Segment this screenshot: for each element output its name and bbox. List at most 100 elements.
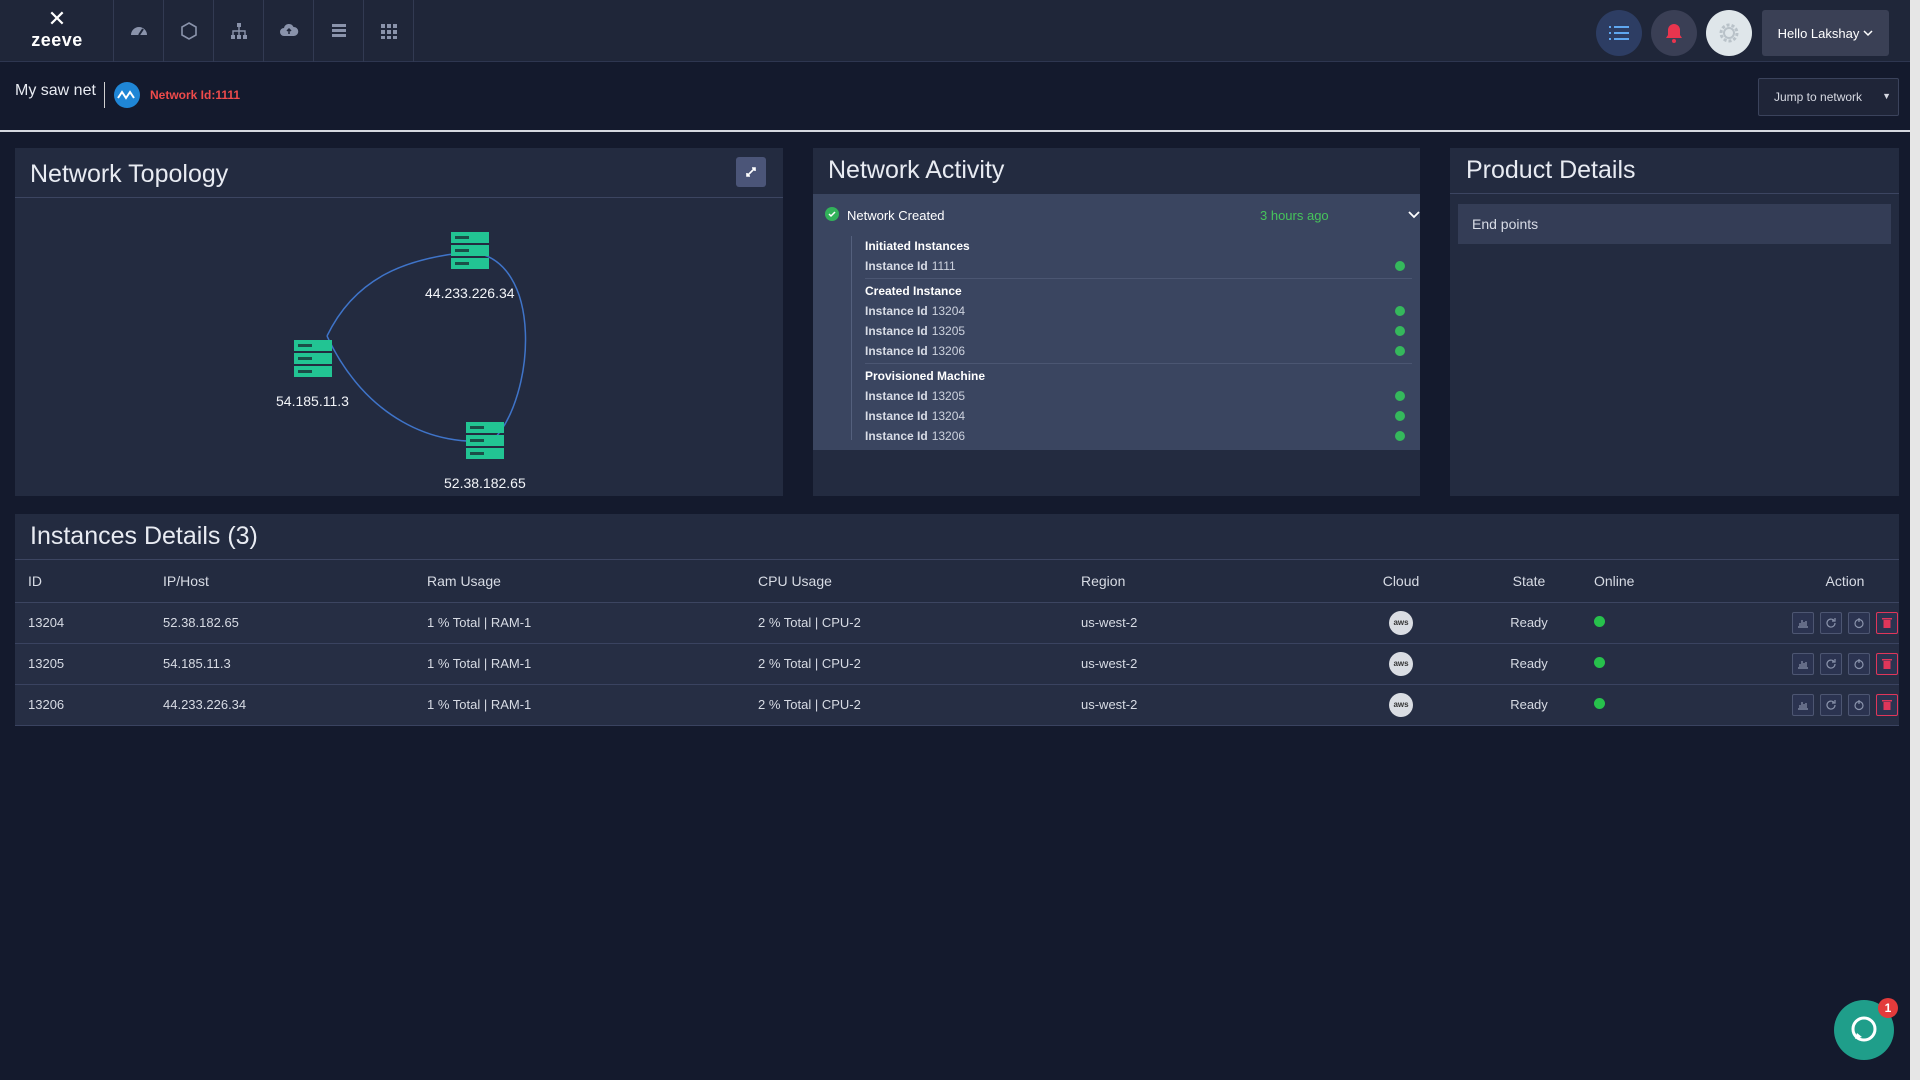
instance-id-value: 13204 xyxy=(931,304,966,318)
activity-title: Network Activity xyxy=(828,156,1005,184)
brand-name: zeeve xyxy=(31,30,83,50)
delete-button[interactable] xyxy=(1876,611,1898,634)
instance-id-label: Instance Id xyxy=(865,304,928,318)
cell-id: 13206 xyxy=(15,684,163,726)
activity-group: Initiated Instances Instance Id 1111 xyxy=(865,236,1405,276)
topology-graph xyxy=(294,232,527,459)
notifications-button[interactable] xyxy=(1651,10,1697,56)
cell-state: Ready xyxy=(1477,602,1581,644)
power-button[interactable] xyxy=(1848,693,1870,716)
column-header: Cloud xyxy=(1325,560,1477,603)
check-icon xyxy=(1395,431,1405,441)
cloud-upload-icon[interactable] xyxy=(264,0,314,62)
node-label: 44.233.226.34 xyxy=(425,285,515,301)
endpoints-accordion[interactable]: End points xyxy=(1458,204,1891,244)
table-header-row: ID IP/Host Ram Usage CPU Usage Region Cl… xyxy=(15,560,1899,603)
server-node-icon[interactable] xyxy=(451,232,489,269)
node-label: 52.38.182.65 xyxy=(444,475,526,491)
page-scrollbar[interactable] xyxy=(1910,0,1920,1080)
delete-button[interactable] xyxy=(1876,652,1898,675)
restart-button[interactable] xyxy=(1820,693,1842,716)
power-icon xyxy=(1854,658,1864,669)
chat-bubble-icon xyxy=(1851,1016,1877,1042)
metrics-button[interactable] xyxy=(1792,693,1814,716)
server-node-icon[interactable] xyxy=(466,422,504,459)
column-header: Online xyxy=(1581,560,1731,603)
cell-cloud: aws xyxy=(1325,602,1477,644)
refresh-icon xyxy=(1826,658,1836,669)
server-list-icon[interactable] xyxy=(314,0,364,62)
topology-title: Network Topology xyxy=(30,160,229,188)
online-status-dot xyxy=(1594,657,1605,668)
column-header: CPU Usage xyxy=(758,560,1081,603)
refresh-icon xyxy=(1826,699,1836,710)
bell-icon xyxy=(1666,24,1682,43)
cell-online xyxy=(1581,643,1731,685)
cell-ip: 52.38.182.65 xyxy=(163,602,427,644)
user-greeting: Hello Lakshay xyxy=(1777,25,1860,41)
activity-row: Instance Id 1111 xyxy=(865,256,1405,276)
cell-cpu: 2 % Total | CPU-2 xyxy=(758,684,1081,726)
server-node-icon[interactable] xyxy=(294,340,332,377)
check-icon xyxy=(1395,346,1405,356)
cell-id: 13205 xyxy=(15,643,163,685)
caret-down-icon: ▼ xyxy=(1882,91,1891,101)
trash-icon xyxy=(1882,658,1892,669)
activity-row: Instance Id 13204 xyxy=(865,301,1405,321)
user-menu-button[interactable]: Hello Lakshay xyxy=(1762,10,1889,56)
trash-icon xyxy=(1882,699,1892,710)
jump-to-network-select[interactable]: Jump to network ▼ xyxy=(1758,78,1899,116)
node-label: 54.185.11.3 xyxy=(276,393,349,409)
restart-button[interactable] xyxy=(1820,611,1842,634)
cell-ram: 1 % Total | RAM-1 xyxy=(427,684,758,726)
power-icon xyxy=(1854,699,1864,710)
activity-event-header[interactable]: Network Created 3 hours ago xyxy=(825,206,1420,226)
bar-chart-icon xyxy=(1798,660,1808,669)
column-header: ID xyxy=(15,560,163,603)
check-icon xyxy=(1395,306,1405,316)
zeeve-mark-icon: ✕ xyxy=(47,6,67,31)
cell-state: Ready xyxy=(1477,643,1581,685)
settings-button[interactable] xyxy=(1706,10,1752,56)
bar-chart-icon xyxy=(1798,619,1808,628)
cell-region: us-west-2 xyxy=(1081,602,1325,644)
bar-chart-icon xyxy=(1798,701,1808,710)
instance-id-label: Instance Id xyxy=(865,259,928,273)
task-list-button[interactable] xyxy=(1596,10,1642,56)
list-icon xyxy=(1609,26,1629,40)
activity-group-title: Created Instance xyxy=(865,284,962,298)
apps-grid-icon[interactable] xyxy=(364,0,414,62)
online-status-dot xyxy=(1594,616,1605,627)
gear-icon xyxy=(1719,23,1739,43)
metrics-button[interactable] xyxy=(1792,611,1814,634)
cell-ram: 1 % Total | RAM-1 xyxy=(427,602,758,644)
header-divider xyxy=(104,82,105,108)
cell-cpu: 2 % Total | CPU-2 xyxy=(758,602,1081,644)
power-button[interactable] xyxy=(1848,611,1870,634)
expand-topology-button[interactable] xyxy=(736,157,766,187)
delete-button[interactable] xyxy=(1876,693,1898,716)
power-button[interactable] xyxy=(1848,652,1870,675)
chevron-down-icon[interactable] xyxy=(1408,209,1420,219)
instance-id-label: Instance Id xyxy=(865,409,928,423)
instance-id-value: 13205 xyxy=(931,389,966,403)
metrics-button[interactable] xyxy=(1792,652,1814,675)
activity-divider xyxy=(865,363,1412,364)
zeeve-logo[interactable]: ✕ zeeve xyxy=(24,8,90,54)
restart-button[interactable] xyxy=(1820,652,1842,675)
activity-row: Instance Id 13204 xyxy=(865,406,1405,426)
product-details-panel: Product Details End points xyxy=(1450,148,1899,496)
network-tree-icon[interactable] xyxy=(214,0,264,62)
column-header: Action xyxy=(1731,560,1899,603)
instances-panel: Instances Details (3) ID IP/Host Ram Usa… xyxy=(15,514,1899,726)
network-activity-panel: Network Activity Network Created 3 hours… xyxy=(813,148,1420,496)
hexagon-icon[interactable] xyxy=(164,0,214,62)
instance-id-value: 13206 xyxy=(931,429,966,443)
instance-id-label: Instance Id xyxy=(865,344,928,358)
instance-id-label: Instance Id xyxy=(865,389,928,403)
dashboard-icon[interactable] xyxy=(114,0,164,62)
top-navbar: ✕ zeeve Hello Lakshay xyxy=(0,0,1920,62)
timeline-line xyxy=(851,236,852,440)
cell-ip: 44.233.226.34 xyxy=(163,684,427,726)
aws-logo-icon: aws xyxy=(1389,610,1413,635)
